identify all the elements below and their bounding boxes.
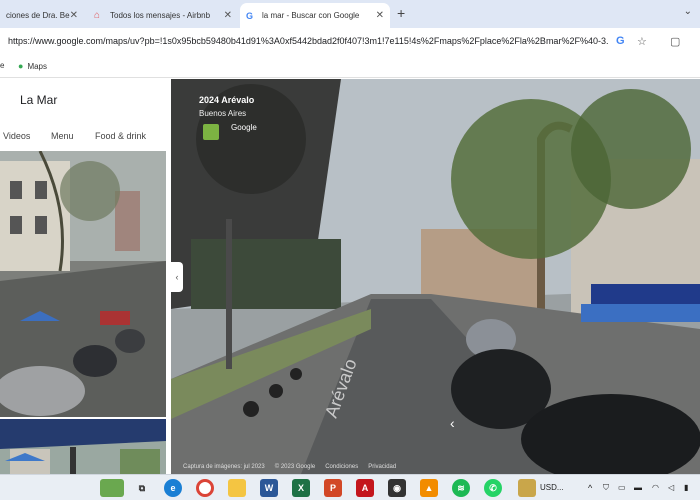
tab-label: la mar - Buscar con Google <box>262 11 360 20</box>
bookmark-label: e <box>0 61 5 70</box>
currency-icon[interactable] <box>518 479 536 497</box>
tab-food-drink[interactable]: Food & drink <box>95 131 146 141</box>
capture-date: Captura de imágenes: jul 2023 <box>183 464 265 470</box>
chevron-left-icon[interactable]: ‹ <box>450 415 455 431</box>
windows-taskbar: ⧉ e W X P A ◉ ▲ ≋ ✆ USD... ^ ⛉ ▭ ▬ ◠ ◁ ▮ <box>0 474 700 500</box>
spotify-icon[interactable]: ≋ <box>452 479 470 497</box>
streetview-subtitle: Buenos Aires <box>199 109 247 118</box>
google-lens-icon[interactable]: G <box>616 35 625 47</box>
vlc-icon[interactable]: ▲ <box>420 479 438 497</box>
tab-menu[interactable]: Menu <box>51 131 74 141</box>
battery-status-icon[interactable]: ▮ <box>684 483 688 492</box>
bookmarks-bar: e ● Maps <box>0 56 700 78</box>
maps-pin-icon: ● <box>18 61 24 71</box>
streetview-footer: Captura de imágenes: jul 2023 © 2023 Goo… <box>183 464 396 470</box>
copyright: © 2023 Google <box>274 464 316 470</box>
airbnb-icon: ⌂ <box>94 9 101 21</box>
place-panel: La Mar Videos Menu Food & drink <box>0 79 171 474</box>
url-input[interactable]: https://www.google.com/maps/uv?pb=!1s0x9… <box>8 36 608 46</box>
address-bar: https://www.google.com/maps/uv?pb=!1s0x9… <box>0 28 700 56</box>
chrome-icon[interactable] <box>196 479 214 497</box>
acrobat-icon[interactable]: A <box>356 479 374 497</box>
place-title: La Mar <box>20 93 58 107</box>
close-icon[interactable]: ✕ <box>224 10 232 21</box>
chevron-up-icon[interactable]: ^ <box>588 483 592 493</box>
whatsapp-icon[interactable]: ✆ <box>484 479 502 497</box>
close-icon[interactable]: ✕ <box>70 10 78 21</box>
place-photo-terrace[interactable] <box>0 419 166 474</box>
edge-icon[interactable]: e <box>164 479 182 497</box>
weather-icon[interactable] <box>100 479 124 497</box>
terms-link[interactable]: Condiciones <box>325 464 358 470</box>
streetview-title: 2024 Arévalo <box>199 95 255 105</box>
tab-label: Todos los mensajes - Airbnb <box>110 11 211 20</box>
privacy-link[interactable]: Privacidad <box>368 464 396 470</box>
tab-videos[interactable]: Videos <box>3 131 30 141</box>
security-icon[interactable]: ⛉ <box>603 483 609 493</box>
tab-airbnb[interactable]: ⌂ Todos los mensajes - Airbnb ✕ <box>88 3 238 28</box>
streetview-brand: Google <box>231 123 257 132</box>
tab-doctor[interactable]: ciones de Dra. Be ✕ <box>0 3 84 28</box>
place-photo-street[interactable] <box>0 151 166 417</box>
google-icon: G <box>246 10 254 21</box>
bookmark-label: Maps <box>27 61 47 71</box>
tray-currency-text[interactable]: USD... <box>540 483 564 492</box>
tab-label: ciones de Dra. Be <box>6 11 70 20</box>
side-panel-icon[interactable]: ▢ <box>670 35 680 48</box>
wifi-icon[interactable]: ◠ <box>652 483 659 492</box>
street-view-map-icon[interactable] <box>203 124 219 140</box>
file-explorer-icon[interactable] <box>228 479 246 497</box>
bookmark-item[interactable]: e <box>0 61 4 70</box>
battery-icon[interactable]: ▬ <box>634 483 642 492</box>
street-view-image[interactable]: Arévalo 2024 Arévalo Buenos Aires Google… <box>171 79 700 474</box>
bookmark-maps[interactable]: ● Maps <box>18 61 47 71</box>
app-icon[interactable]: ◉ <box>388 479 406 497</box>
volume-icon[interactable]: ◁ <box>668 483 674 492</box>
close-icon[interactable]: ✕ <box>376 10 384 21</box>
browser-tab-bar: ciones de Dra. Be ✕ ⌂ Todos los mensajes… <box>0 0 700 28</box>
tab-search-icon[interactable]: ⌄ <box>684 6 692 17</box>
word-icon[interactable]: W <box>260 479 278 497</box>
tab-google-search[interactable]: G la mar - Buscar con Google ✕ <box>240 3 390 28</box>
display-icon[interactable]: ▭ <box>618 483 626 492</box>
powerpoint-icon[interactable]: P <box>324 479 342 497</box>
bookmark-star-icon[interactable]: ☆ <box>637 35 647 48</box>
new-tab-button[interactable]: + <box>397 5 405 21</box>
task-view-icon[interactable]: ⧉ <box>133 479 151 497</box>
excel-icon[interactable]: X <box>292 479 310 497</box>
collapse-panel-button[interactable]: ‹ <box>171 262 183 292</box>
